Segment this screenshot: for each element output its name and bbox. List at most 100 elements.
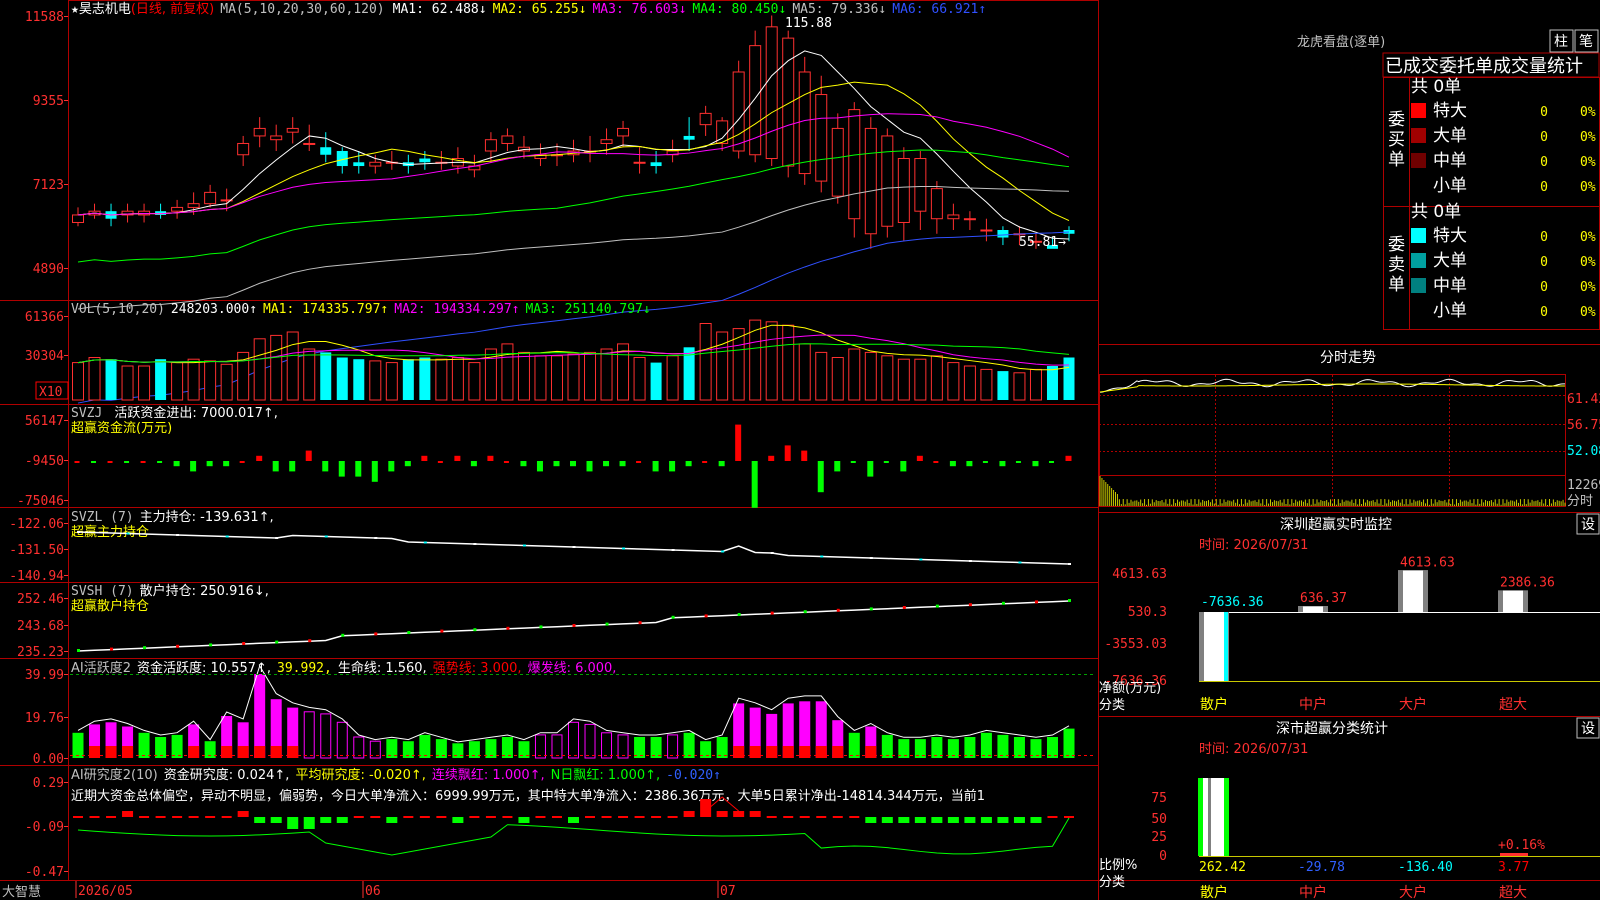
ai2-bar-down	[254, 817, 266, 823]
svsh-marker	[869, 607, 873, 611]
svzj-bar	[883, 461, 889, 463]
intraday-title: 分时走势	[1320, 350, 1376, 366]
svsh-marker	[407, 631, 411, 634]
ai1-bar-base	[749, 746, 761, 758]
stats-title: 深市超赢分类统计	[1276, 720, 1388, 737]
svzj-bar	[553, 461, 560, 467]
order-swatch	[1411, 278, 1426, 293]
chart-canvas[interactable]: ★昊志机电(日线, 前复权) MA(5,10,20,30,60,120) MA1: …	[0, 0, 1600, 900]
pen-mode-label: 笔	[1579, 34, 1593, 50]
ai2-header: AI研究度2(10) 资金研究度: 0.024↑, 平均研究度: -0.020↑, 连…	[71, 767, 721, 783]
header-item: MA4: 80.450↓	[692, 2, 786, 17]
stats-tick: 25	[1151, 830, 1167, 845]
ai2-bar-flat	[816, 816, 827, 818]
vol-bar-down	[402, 359, 414, 400]
order-swatch	[1411, 128, 1426, 143]
stats-category: 超大	[1499, 885, 1527, 900]
vol-header: VOL(5,10,20) 248203.000↑ MA1: 174335.797↑ M…	[71, 302, 651, 317]
intraday-grid	[1099, 374, 1566, 507]
svzj-bars	[74, 424, 1072, 508]
stats-time: 时间: 2026/07/31	[1199, 742, 1308, 757]
svzj-bar	[404, 461, 411, 467]
ai1-bar-base	[733, 746, 745, 758]
ai1-bar-hollow	[568, 721, 579, 759]
ai1-bar	[980, 732, 992, 758]
svsh-marker	[803, 610, 807, 614]
stats-xlabel: 分类	[1099, 875, 1125, 890]
svsh-marker	[638, 621, 642, 625]
sell-orders: 共 0单特大 0 0% 大单 0 0% 中单 0 0% 小单 0 0%	[1411, 202, 1596, 321]
svsh-marker	[935, 604, 939, 608]
svsh-marker	[836, 608, 840, 612]
ai2-bar-flat	[618, 816, 629, 818]
stats-value-label: -136.40	[1398, 860, 1453, 875]
svzj-bar	[1048, 461, 1054, 463]
svzj-bar	[900, 461, 907, 472]
monitor-tick: -3553.03	[1104, 637, 1167, 652]
group-label-char: 单	[1388, 275, 1405, 295]
ai2-bar-flat	[766, 816, 777, 818]
svsh-subtitle: 超赢散户持仓	[71, 598, 149, 614]
axis-tick: 243.68	[17, 619, 64, 634]
monitor-bar-2	[1398, 570, 1428, 612]
candle-up	[848, 109, 861, 220]
svzj-axis: 56147 -9450 -75046	[17, 414, 68, 509]
brand-label: 大智慧	[2, 884, 41, 900]
stats-bar-small	[1500, 853, 1528, 856]
order-swatch	[1411, 228, 1426, 243]
ai2-bar-up	[716, 811, 728, 817]
axis-tick: 7123	[33, 178, 64, 193]
svzj-bar	[850, 461, 856, 463]
order-count: 0	[1540, 255, 1548, 270]
candle-up	[72, 214, 84, 223]
svzj-bar	[322, 461, 329, 472]
ai2-bar-flat	[651, 816, 662, 818]
svzj-bar	[140, 461, 146, 463]
ai1-bar-hollow	[551, 734, 563, 759]
monitor-bar-shade	[1498, 590, 1503, 612]
ai1-bar	[964, 737, 976, 758]
vol-unit: X10	[39, 385, 62, 400]
ai1-bar	[171, 734, 183, 758]
stats-tick: 75	[1151, 791, 1167, 806]
candle-up	[765, 26, 778, 160]
candle-up	[699, 112, 712, 126]
candle-up	[617, 127, 630, 137]
svsh-marker	[473, 628, 477, 632]
ai1-bar	[848, 732, 860, 758]
ai1-bar-base	[782, 746, 794, 758]
x-axis-label: 06	[365, 884, 381, 899]
candle-up	[798, 71, 811, 175]
header-item: 资金活跃度: 10.557↑,	[137, 660, 271, 676]
svzj-bar	[124, 461, 130, 463]
ai1-bar-base	[105, 746, 117, 758]
svzj-bar	[74, 461, 80, 463]
vol-bar-up	[848, 348, 861, 401]
order-label: 大单	[1433, 126, 1467, 146]
ai1-bar	[419, 734, 431, 758]
svzj-bar	[636, 461, 642, 463]
svzj-bar	[933, 461, 939, 463]
ai2-bar-flat	[89, 816, 100, 818]
svsh-marker	[77, 649, 80, 652]
vol-bar-down	[650, 362, 662, 400]
ai2-bar-down	[980, 817, 992, 823]
period-label: (日线, 前复权)	[131, 1, 214, 17]
ai1-bar-hollow	[336, 721, 348, 759]
svzj-bar	[702, 461, 708, 463]
svsh-marker	[275, 640, 279, 644]
ma-label: MA(5,10,20,30,60,120)	[220, 2, 384, 17]
svzj-bar	[751, 461, 758, 508]
ai2-bar-flat	[205, 816, 216, 818]
star-icon: ★	[71, 2, 79, 17]
ai2-bar-up	[122, 811, 134, 817]
svsh-marker	[572, 624, 576, 627]
svzj-bar	[916, 455, 923, 461]
ai1-bar	[881, 734, 893, 758]
axis-tick: 30304	[25, 349, 64, 364]
vol-bar-up	[567, 353, 580, 401]
svsh-marker	[605, 622, 609, 626]
ai2-bar-down	[947, 817, 959, 823]
ai2-bar-flat	[1047, 816, 1058, 818]
svzj-header: SVZJ 活跃资金进出: 7000.017↑,	[71, 405, 278, 421]
